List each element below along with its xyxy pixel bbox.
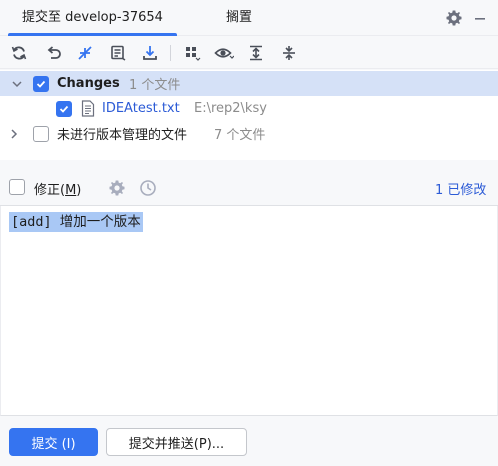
minimize-icon[interactable] <box>469 7 491 29</box>
commit-button[interactable]: 提交 (I) <box>9 428 98 456</box>
collapse-all-icon[interactable] <box>278 42 300 64</box>
shelve-icon[interactable] <box>107 42 129 64</box>
gear-icon[interactable] <box>108 179 126 201</box>
commit-and-push-button[interactable]: 提交并推送(P)... <box>106 428 247 456</box>
amend-checkbox[interactable] <box>9 179 25 195</box>
changelist-row[interactable]: Changes 1 个文件 <box>0 71 498 96</box>
expand-all-icon[interactable] <box>245 42 267 64</box>
amend-row: 修正(M) 1 已修改 <box>0 174 498 202</box>
amend-mnemonic: M <box>65 183 77 198</box>
tab-shelf-label: 搁置 <box>226 10 253 25</box>
tab-commit[interactable]: 提交至 develop-37654 <box>8 0 177 36</box>
group-by-icon[interactable] <box>181 42 203 64</box>
amend-label-prefix: 修正( <box>34 183 66 198</box>
file-checkbox[interactable] <box>56 100 72 117</box>
update-icon[interactable] <box>139 42 161 64</box>
file-path: E:\rep2\ksy <box>194 101 267 116</box>
rollback-icon[interactable] <box>43 42 65 64</box>
unversioned-count: 7 个文件 <box>214 128 266 143</box>
commit-message-text: [add] 增加一个版本 <box>9 212 143 232</box>
amend-label-suffix: ) <box>76 183 82 198</box>
changes-tree: Changes 1 个文件 IDEAtest.txt E:\rep2\ksy 未… <box>0 70 498 160</box>
changelist-name: Changes <box>57 76 120 91</box>
file-name: IDEAtest.txt <box>102 101 180 116</box>
unversioned-checkbox[interactable] <box>33 125 49 142</box>
diff-icon[interactable] <box>74 42 96 64</box>
tab-bar: 提交至 develop-37654 搁置 <box>0 0 498 36</box>
gear-icon[interactable] <box>443 7 465 29</box>
tab-commit-label: 提交至 develop-37654 <box>22 10 163 25</box>
amend-label[interactable]: 修正(M) <box>34 179 81 198</box>
changelist-count: 1 个文件 <box>129 78 181 93</box>
bottom-bar: 提交 (I) 提交并推送(P)... <box>0 416 498 466</box>
tab-shelf[interactable]: 搁置 <box>212 0 266 36</box>
modified-count[interactable]: 1 已修改 <box>435 179 486 198</box>
tab-active-indicator <box>8 33 177 36</box>
toolbar-separator <box>170 45 171 61</box>
chevron-down-icon[interactable] <box>11 78 23 90</box>
unversioned-label: 未进行版本管理的文件 <box>57 128 188 143</box>
toolbar <box>0 37 498 69</box>
text-file-icon <box>81 100 95 121</box>
changelist-checkbox[interactable] <box>33 75 49 92</box>
preview-icon[interactable] <box>213 42 235 64</box>
file-row[interactable]: IDEAtest.txt E:\rep2\ksy <box>0 96 498 121</box>
commit-message-editor[interactable]: [add] 增加一个版本 <box>0 206 498 416</box>
history-icon[interactable] <box>139 179 157 201</box>
refresh-icon[interactable] <box>8 42 30 64</box>
chevron-right-icon[interactable] <box>8 128 20 140</box>
unversioned-row[interactable]: 未进行版本管理的文件 7 个文件 <box>0 121 498 146</box>
